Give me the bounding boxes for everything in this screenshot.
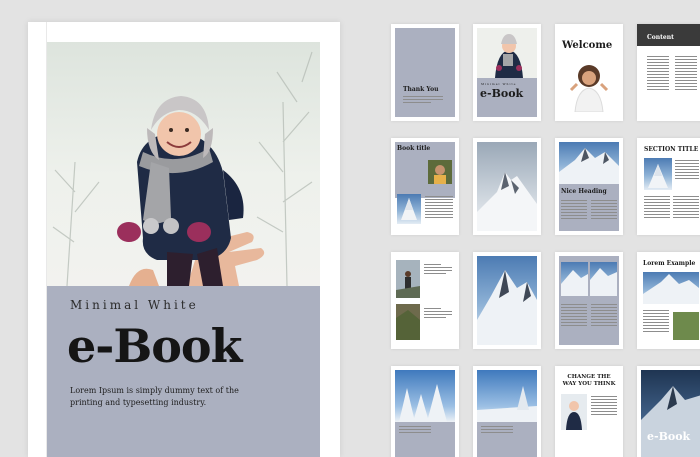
dark-mountain-illustration (641, 386, 700, 457)
nice-heading-title: Nice Heading (561, 188, 607, 195)
cover-body-text: Lorem Ipsum is simply dummy text of the … (70, 386, 239, 407)
welcome-photo (569, 62, 609, 113)
child-small-illustration (495, 34, 523, 78)
woman-portrait-illustration (569, 65, 609, 113)
snowy-forest-illustration (399, 384, 447, 422)
back-cover-photo (641, 370, 700, 457)
landscape-photo (396, 304, 420, 340)
contents-left-list (647, 56, 669, 92)
snow-field-lines (481, 426, 513, 435)
contents-heading: Content (647, 34, 674, 41)
thumbnail-section-title[interactable]: SECTION TITLE (637, 138, 700, 235)
double-mountain-right-photo (590, 262, 617, 296)
nice-heading-left-lines (561, 200, 587, 221)
nice-heading-photo (559, 142, 619, 184)
hiker-photo (396, 260, 420, 298)
snow-mountain-illustration (477, 270, 537, 345)
book-title-heading: Book title (397, 145, 431, 152)
small-cover-title: e-Book (480, 87, 524, 100)
thumbnail-mountain-full[interactable] (473, 138, 541, 235)
small-cover-photo (477, 28, 537, 78)
small-cover-subtitle: Minimal White (481, 82, 517, 86)
change-the-way-heading: CHANGE THE WAY YOU THINK (562, 374, 616, 387)
tall-mountain-photo (477, 256, 537, 345)
mountain-peak-illustration (477, 172, 537, 231)
double-mountain-left-photo (561, 262, 588, 296)
thumbnail-mountain-tall[interactable] (473, 252, 541, 349)
mountain-wide-illustration (643, 274, 699, 304)
snow-forest-photo (395, 370, 455, 422)
thumbnail-back-cover[interactable]: e-Book (637, 366, 700, 457)
welcome-heading: Welcome (562, 40, 613, 51)
double-mountain-left-lines (561, 304, 587, 328)
thumbnail-forest-right[interactable] (473, 366, 541, 457)
snowy-pine-illustration (648, 164, 668, 188)
section-title-heading: SECTION TITLE (644, 146, 699, 153)
child-winter-illustration (566, 401, 582, 430)
snowy-field-illustration (477, 386, 537, 422)
cover-photo (47, 42, 320, 286)
book-title-small-photo (428, 160, 452, 184)
section-title-side-lines (675, 160, 699, 181)
snow-field-photo (477, 370, 537, 422)
lorem-example-heading: Lorem Example (643, 260, 696, 267)
thumbnail-welcome[interactable]: Welcome (555, 24, 623, 121)
cover-title: e-Book (67, 319, 242, 373)
two-photos-top-lines (424, 264, 452, 276)
section-title-left-lines (644, 196, 670, 220)
thumbnail-forest-left[interactable] (391, 366, 459, 457)
matterhorn-photo (477, 142, 537, 231)
ebook-cover-page: Minimal White e-Book Lorem Ipsum is simp… (28, 22, 340, 457)
lorem-example-photo (643, 272, 699, 304)
book-title-tree-photo (397, 194, 421, 224)
nice-heading-right-lines (591, 200, 617, 221)
snow-tree-illustration (401, 198, 417, 220)
double-mountain-right-lines (591, 304, 617, 328)
snow-forest-lines (399, 426, 431, 435)
thumbnail-book-title[interactable]: Book title (391, 138, 459, 235)
section-title-right-lines (673, 196, 699, 220)
mountain-left-illustration (561, 270, 588, 296)
lorem-example-forest-photo (673, 312, 699, 340)
thank-you-text-lines (403, 96, 443, 105)
thumbnail-thank-you[interactable]: Thank You (391, 24, 459, 121)
book-title-text-lines (425, 196, 453, 220)
thumbnail-double-mountain[interactable] (555, 252, 623, 349)
mountain-range-illustration (559, 148, 619, 184)
thumbnail-change-the-way[interactable]: CHANGE THE WAY YOU THINK (555, 366, 623, 457)
contents-right-list (675, 56, 697, 92)
child-in-snow-illustration (52, 51, 313, 286)
thumbnail-two-photos[interactable] (391, 252, 459, 349)
thumbnail-lorem-example[interactable]: Lorem Example (637, 252, 700, 349)
cover-subtitle: Minimal White (70, 298, 199, 312)
section-title-photo (644, 158, 672, 190)
thumbnail-contents[interactable]: Content (637, 24, 700, 121)
hill-illustration (396, 310, 420, 340)
two-photos-bottom-lines (424, 308, 452, 320)
hiker-illustration (396, 271, 420, 298)
thumbnail-cover-small[interactable]: Minimal White e-Book (473, 24, 541, 121)
thumbnail-nice-heading[interactable]: Nice Heading (555, 138, 623, 235)
person-in-forest-illustration (434, 165, 446, 184)
change-the-way-lines (591, 396, 617, 417)
change-the-way-photo (561, 394, 587, 430)
mountain-right-illustration (590, 268, 617, 296)
back-cover-title: e-Book (647, 430, 691, 443)
lorem-example-lines (643, 310, 669, 334)
thank-you-heading: Thank You (403, 86, 439, 93)
